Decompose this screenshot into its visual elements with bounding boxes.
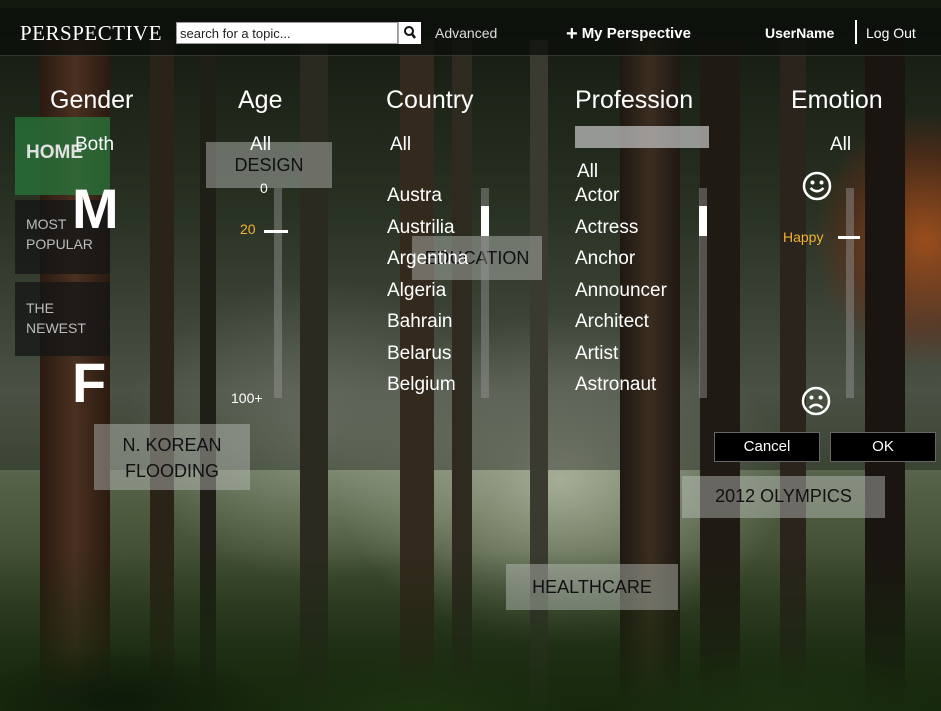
country-list-item[interactable]: Algeria [387, 280, 446, 301]
topic-tile-label: N. KOREAN [122, 435, 222, 455]
age-max-label: 100+ [231, 390, 263, 406]
emotion-heading: Emotion [791, 86, 883, 114]
nav-newest-label-1: THE [26, 300, 54, 316]
age-heading: Age [238, 86, 283, 114]
topic-tile-korean-flooding[interactable]: N. KOREAN FLOODING [94, 424, 250, 490]
country-list-item[interactable]: Belarus [387, 343, 451, 364]
gender-female-option[interactable]: F [72, 350, 106, 415]
country-selected[interactable]: All [390, 134, 411, 156]
profession-list-item[interactable]: Astronaut [575, 375, 656, 395]
country-list-item[interactable]: Belgium [387, 375, 456, 395]
ok-button[interactable]: OK [830, 432, 936, 462]
sad-face-icon[interactable] [800, 385, 832, 417]
topic-tile-label: FLOODING [124, 461, 219, 481]
profession-selected[interactable]: All [577, 162, 598, 182]
gender-selected[interactable]: Both [75, 134, 114, 156]
age-current-label: 20 [240, 221, 256, 237]
country-list-item[interactable]: Austrilia [387, 217, 455, 238]
plus-icon: + [566, 23, 578, 45]
emotion-slider-thumb[interactable] [838, 236, 860, 239]
username[interactable]: UserName [765, 25, 834, 41]
emotion-slider-track[interactable] [846, 188, 854, 398]
topic-tile-label: HEALTHCARE [532, 577, 652, 597]
age-selected[interactable]: All [250, 134, 271, 156]
country-list-item[interactable]: Argentina [387, 249, 468, 269]
gender-male-option[interactable]: M [72, 176, 119, 241]
topic-tile-label: DESIGN [234, 155, 304, 175]
profession-list-item[interactable]: Actor [575, 186, 619, 206]
profession-scroll-thumb[interactable] [699, 206, 707, 236]
top-bar: PERSPECTIVE Advanced +My Perspective Use… [0, 8, 941, 56]
profession-list-item[interactable]: Actress [575, 217, 638, 238]
nav-newest-label-2: NEWEST [26, 320, 86, 336]
age-min-label: 0 [260, 180, 268, 196]
cancel-button[interactable]: Cancel [714, 432, 820, 462]
country-scroll-thumb[interactable] [481, 206, 489, 236]
profession-search-input[interactable] [575, 126, 709, 148]
app-logo[interactable]: PERSPECTIVE [20, 21, 162, 46]
emotion-current-label: Happy [783, 229, 824, 245]
search-input[interactable] [176, 22, 398, 44]
age-slider-thumb[interactable] [264, 230, 288, 233]
topic-tile-healthcare[interactable]: HEALTHCARE [506, 564, 678, 610]
gender-heading: Gender [50, 86, 134, 114]
search-button[interactable] [398, 22, 421, 44]
age-slider-track[interactable] [274, 188, 282, 398]
advanced-search-link[interactable]: Advanced [435, 25, 497, 41]
emotion-selected[interactable]: All [830, 134, 851, 156]
country-list-item[interactable]: Austra [387, 186, 442, 206]
topic-tile-2012-olympics[interactable]: 2012 OLYMPICS [682, 476, 885, 518]
my-perspective-label: My Perspective [581, 25, 691, 42]
profession-list-item[interactable]: Artist [575, 343, 618, 364]
search-icon [404, 26, 416, 39]
profession-list-item[interactable]: Announcer [575, 280, 667, 301]
happy-face-icon[interactable] [801, 170, 833, 202]
logout-link[interactable]: Log Out [866, 25, 916, 41]
country-heading: Country [386, 86, 474, 114]
profession-list-item[interactable]: Anchor [575, 249, 635, 269]
topic-tile-label: 2012 OLYMPICS [715, 486, 852, 506]
nav-newest[interactable]: THE NEWEST [15, 282, 110, 356]
profession-heading: Profession [575, 86, 694, 114]
profession-list-item[interactable]: Architect [575, 312, 649, 332]
my-perspective-button[interactable]: + My Perspective [566, 23, 691, 46]
header-divider [855, 20, 857, 44]
country-list-item[interactable]: Bahrain [387, 312, 453, 332]
